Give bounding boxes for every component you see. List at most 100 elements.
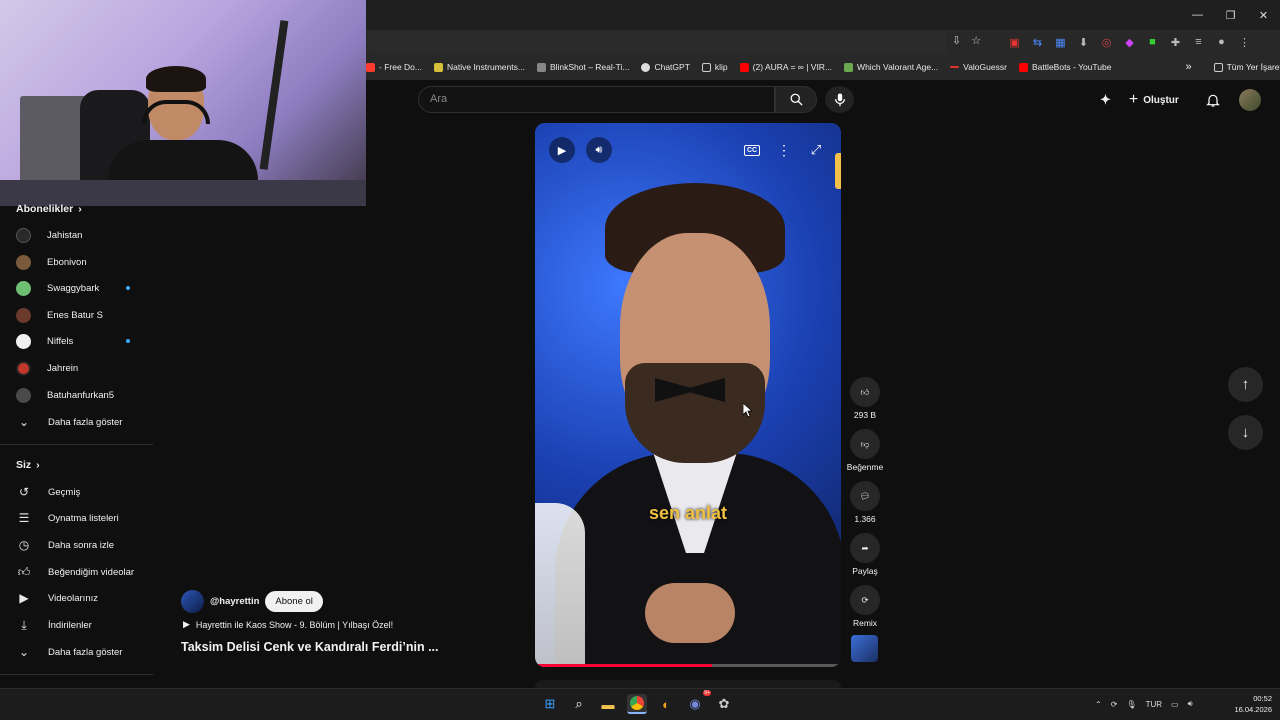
- notification-badge: 9+: [703, 690, 711, 696]
- bookmark[interactable]: Which Valorant Age...: [844, 62, 938, 72]
- bookmark[interactable]: - Free Do...: [366, 62, 422, 72]
- folder-icon: [701, 62, 711, 72]
- sidebar-item-downloads[interactable]: ⤓ İndirilenler: [16, 615, 146, 635]
- sidebar-item-subscription[interactable]: Enes Batur S: [16, 305, 146, 325]
- more-bookmarks[interactable]: »: [1185, 61, 1191, 73]
- search-input[interactable]: Ara: [418, 86, 775, 113]
- profile-icon[interactable]: ●: [1213, 34, 1230, 51]
- captions-button[interactable]: CC: [739, 137, 765, 163]
- subscribe-button[interactable]: Abone ol: [265, 591, 323, 612]
- create-button[interactable]: + Oluştur: [1121, 87, 1187, 113]
- channel-avatar[interactable]: [181, 590, 204, 613]
- chrome-icon[interactable]: [627, 694, 647, 714]
- chevron-up-icon[interactable]: ⌃: [1095, 700, 1102, 709]
- address-bar[interactable]: [366, 31, 946, 53]
- more-options-button[interactable]: ⋮: [771, 137, 797, 163]
- calendar-icon[interactable]: ▦: [1052, 34, 1069, 51]
- previous-video-button[interactable]: ↑: [1228, 367, 1263, 402]
- channel-handle[interactable]: @hayrettin: [210, 596, 259, 607]
- sidebar-item-watch-later[interactable]: ◷ Daha sonra izle: [16, 535, 146, 555]
- fullscreen-button[interactable]: ⤢: [803, 137, 829, 163]
- video-progress-bar[interactable]: [535, 664, 841, 667]
- app-icon[interactable]: ✿: [714, 694, 734, 714]
- bell-icon[interactable]: [1205, 92, 1221, 108]
- thumbs-down-icon: 👎︎: [850, 429, 880, 459]
- media-icon[interactable]: ≡: [1190, 34, 1207, 51]
- show-more-you[interactable]: ⌄ Daha fazla göster: [16, 642, 146, 662]
- extension-icon[interactable]: ■: [1144, 34, 1161, 51]
- play-button[interactable]: ▶: [549, 137, 575, 163]
- puzzle-icon[interactable]: ✚: [1167, 34, 1184, 51]
- sidebar-item-history[interactable]: ↺ Geçmiş: [16, 482, 146, 502]
- video-caption: sen anlat: [648, 503, 728, 523]
- close-window-button[interactable]: ✕: [1247, 0, 1280, 30]
- bookmark[interactable]: ChatGPT: [641, 62, 690, 72]
- sidebar-item-subscription[interactable]: Ebonivon: [16, 252, 146, 272]
- sidebar-item-label: İndirilenler: [48, 619, 92, 631]
- video-title[interactable]: Taksim Delisi Cenk ve Kandıralı Ferdi’ni…: [181, 640, 439, 654]
- channel-avatar: [16, 254, 31, 270]
- subscriptions-header[interactable]: Abonelikler ›: [16, 203, 82, 215]
- install-icon[interactable]: ⇩: [952, 34, 961, 47]
- sidebar-item-liked[interactable]: 👍︎ Beğendiğim videolar: [16, 562, 146, 582]
- minimize-button[interactable]: —: [1181, 0, 1214, 30]
- sidebar-item-subscription[interactable]: Batuhanfurkan5: [16, 385, 146, 405]
- all-bookmarks-label: Tüm Yer İşaretleri: [1226, 62, 1280, 72]
- discord-icon[interactable]: ◉ 9+: [685, 690, 711, 714]
- extension-icon[interactable]: ◆: [1121, 34, 1138, 51]
- clock[interactable]: 00:52 16.04.2026: [1226, 693, 1272, 715]
- remix-button[interactable]: ⟳ Remix: [846, 585, 884, 628]
- bookmark[interactable]: Native Instruments...: [433, 62, 525, 72]
- share-button[interactable]: ➦ Paylaş: [846, 533, 884, 576]
- assistant-icon[interactable]: ✦: [1100, 92, 1111, 108]
- sidebar-item-subscription[interactable]: Swaggybark: [16, 278, 146, 298]
- sidebar-item-label: Jahrein: [47, 362, 79, 374]
- search-button[interactable]: [775, 86, 817, 113]
- bookmark-label: BlinkShot – Real-Ti...: [549, 62, 630, 72]
- app-icon[interactable]: ◐: [656, 694, 676, 714]
- volume-icon[interactable]: 🔊︎: [1188, 699, 1193, 709]
- comments-button[interactable]: 💬︎ 1.366: [846, 481, 884, 524]
- sound-channel-avatar[interactable]: [851, 635, 878, 662]
- shorts-video-player[interactable]: sen anlat ▶ 🔊︎ CC ⋮ ⤢: [535, 123, 841, 667]
- sidebar-item-playlists[interactable]: ☰ Oynatma listeleri: [16, 508, 146, 528]
- bookmark[interactable]: ValoGuessr: [950, 62, 1007, 72]
- bookmark[interactable]: klip: [701, 62, 728, 72]
- voice-search-button[interactable]: [825, 86, 854, 113]
- extension-icon[interactable]: ▣: [1006, 34, 1023, 51]
- download-icon[interactable]: ⬇: [1075, 34, 1092, 51]
- bookmark[interactable]: BattleBots - YouTube: [1018, 62, 1111, 72]
- webcam-mic-arm: [259, 20, 289, 170]
- next-video-button[interactable]: ↓: [1228, 415, 1263, 450]
- show-more-subscriptions[interactable]: ⌄ Daha fazla göster: [16, 412, 146, 432]
- search-icon[interactable]: ⌕: [569, 694, 589, 714]
- search-icon: [790, 93, 803, 106]
- windows-start-icon[interactable]: ⊞: [540, 694, 560, 714]
- sync-icon[interactable]: ⟳: [1111, 700, 1118, 709]
- restore-button[interactable]: ❐: [1214, 0, 1247, 30]
- bookmark[interactable]: (2) AURA = ∞ | VIR...: [739, 62, 832, 72]
- channel-row: @hayrettin Abone ol: [181, 590, 323, 613]
- bookmark[interactable]: BlinkShot – Real-Ti...: [536, 62, 630, 72]
- translate-icon[interactable]: ⇆: [1029, 34, 1046, 51]
- sidebar-item-your-videos[interactable]: ▶ Videolarınız: [16, 588, 146, 608]
- like-button[interactable]: 👍︎ 293 B: [846, 377, 884, 420]
- menu-icon[interactable]: ⋮: [1236, 34, 1253, 51]
- playlist-link[interactable]: ▶ Hayrettin ile Kaos Show - 9. Bölüm | Y…: [183, 619, 393, 630]
- microphone-icon[interactable]: 🎙︎: [1126, 700, 1136, 709]
- sidebar-item-subscription[interactable]: Jahrein: [16, 358, 146, 378]
- language-indicator[interactable]: TUR: [1146, 700, 1162, 709]
- chevron-down-icon: ⌄: [18, 645, 30, 659]
- camera-icon[interactable]: ◎: [1098, 34, 1115, 51]
- all-bookmarks[interactable]: Tüm Yer İşaretleri: [1213, 62, 1280, 72]
- volume-button[interactable]: 🔊︎: [586, 137, 612, 163]
- sidebar-item-subscription[interactable]: Niffels: [16, 331, 146, 351]
- sidebar-item-subscription[interactable]: Jahistan: [16, 225, 146, 245]
- account-avatar[interactable]: [1238, 89, 1261, 111]
- sidebar-item-label: Oynatma listeleri: [48, 512, 119, 524]
- you-header[interactable]: Siz ›: [16, 459, 40, 471]
- file-explorer-icon[interactable]: ▬: [598, 694, 618, 714]
- star-icon[interactable]: ☆: [971, 34, 981, 47]
- network-icon[interactable]: ▭: [1171, 700, 1179, 709]
- dislike-button[interactable]: 👎︎ Beğenme: [846, 429, 884, 472]
